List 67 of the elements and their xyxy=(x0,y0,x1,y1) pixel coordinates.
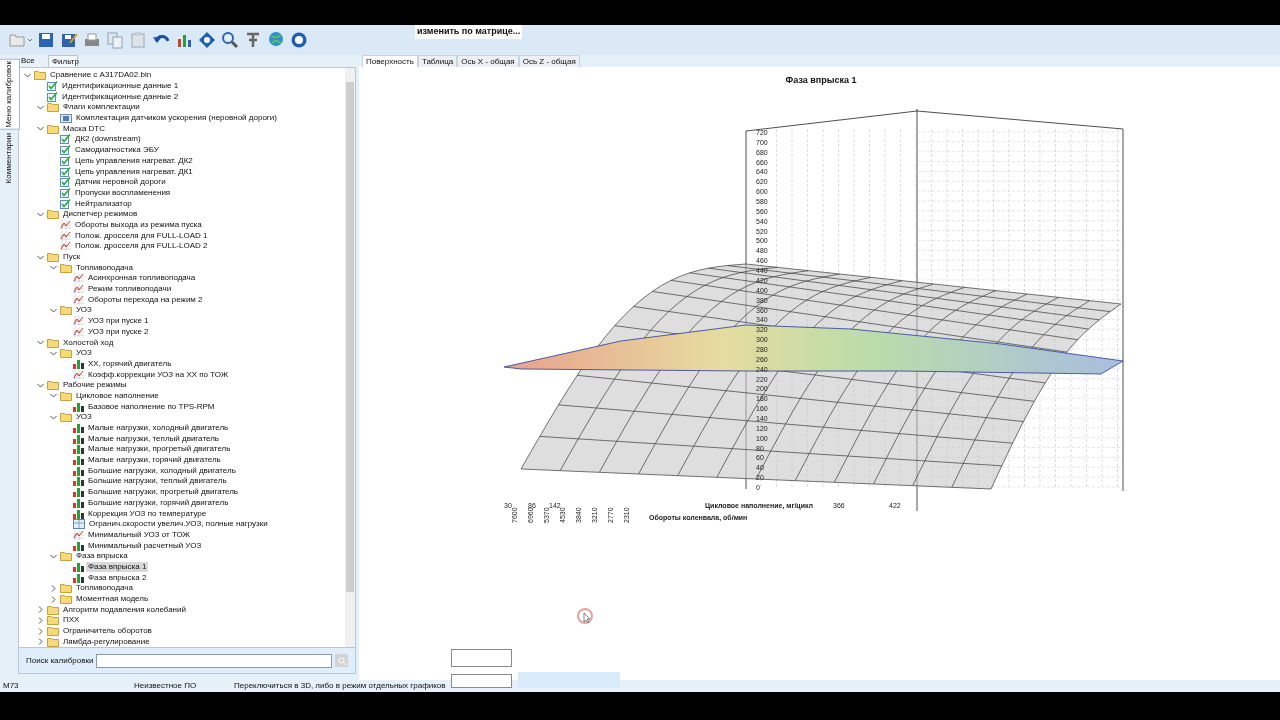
side-tab[interactable]: Комментарии xyxy=(0,131,19,185)
tree-item[interactable]: Минимальный расчетный УОЗ xyxy=(86,540,204,551)
panel-tab[interactable]: Фильтр xyxy=(48,55,78,67)
status-text: Неизвестное ПО xyxy=(134,680,198,693)
tree-item[interactable]: Датчик неровной дороги xyxy=(73,177,168,188)
tree-item[interactable]: Холостой ход xyxy=(61,337,116,348)
view-tab[interactable]: Ось X - общая xyxy=(457,55,519,67)
tree-item[interactable]: Цикловое наполнение xyxy=(74,390,161,401)
tree-item[interactable]: Полож. дросселя для FULL-LOAD 1 xyxy=(73,230,210,241)
tree-item[interactable]: Обороты перехода на режим 2 xyxy=(86,294,205,305)
tree-item[interactable]: Рабочие режимы xyxy=(61,380,129,391)
tree-item[interactable]: Маска DTC xyxy=(61,123,107,134)
tree-item[interactable]: Идентификационные данные 2 xyxy=(60,91,181,102)
tree-item[interactable]: Базовое наполнение по TPS-RPM xyxy=(86,401,217,412)
tree-item[interactable]: Полож. дросселя для FULL-LOAD 2 xyxy=(73,241,210,252)
tree-item[interactable]: Топливоподача xyxy=(74,262,135,273)
view-tab[interactable]: Поверхность xyxy=(362,55,418,67)
view-tab[interactable]: Таблица xyxy=(417,55,458,67)
tree-item[interactable]: УОЗ xyxy=(74,305,94,316)
tree-item[interactable]: Малые нагрузки, прогретый двигатель xyxy=(86,444,233,455)
tree-item[interactable]: УОЗ при пуске 1 xyxy=(86,316,151,327)
search-label: Поиск калибровки xyxy=(26,654,94,667)
tree-item[interactable]: Флаги комплектации xyxy=(61,102,142,113)
tree-item[interactable]: Пропуски воспламенения xyxy=(73,187,173,198)
tree-item[interactable]: Ограничитель оборотов xyxy=(61,626,154,637)
tree-item[interactable]: УОЗ xyxy=(74,348,94,359)
tree-item[interactable]: Коррекция УОЗ по температуре xyxy=(86,508,209,519)
tree-item[interactable]: Нейтрализатор xyxy=(73,198,134,209)
view-tab[interactable]: Ось Z - общая xyxy=(518,55,580,67)
tree-item[interactable]: Большие нагрузки, прогретый двигатель xyxy=(86,487,241,498)
tree-item[interactable]: Минимальный УОЗ от ТОЖ xyxy=(86,529,192,540)
status-text: Переключиться в 3D, либо в режим отдельных графиков xyxy=(234,680,446,693)
popup-hint: изменить по матрице... xyxy=(415,25,523,39)
tree-item[interactable]: Асинхронная топливоподача xyxy=(86,273,198,284)
tree-item[interactable]: Фаза впрыска 1 xyxy=(86,561,149,572)
tree-item[interactable]: УОЗ при пуске 2 xyxy=(86,326,151,337)
tree-item[interactable]: Огранич.скорости увелич.УОЗ, полные нагрузки xyxy=(87,519,270,530)
tree-item[interactable]: УОЗ xyxy=(74,412,94,423)
tree-item[interactable]: ДК2 (downstream) xyxy=(73,134,143,145)
tree-item[interactable]: Топливоподача xyxy=(74,583,135,594)
chart-title: Фаза впрыска 1 xyxy=(785,75,857,85)
tree-item[interactable]: Малые нагрузки, холодный двигатель xyxy=(86,423,231,434)
tree-item[interactable]: Цепь управления нагреват. ДК2 xyxy=(73,155,195,166)
tree-item[interactable]: Малые нагрузки, теплый двигатель xyxy=(86,433,221,444)
tree-item[interactable]: Лямбда-регулирование xyxy=(61,636,152,647)
tree-item[interactable]: Большие нагрузки, горячий двигатель xyxy=(86,497,231,508)
tree-item[interactable]: Идентификационные данные 1 xyxy=(60,81,181,92)
tree-item[interactable]: Диспетчер режимов xyxy=(61,209,140,220)
tree-item[interactable]: Фаза впрыска xyxy=(74,551,130,562)
tree-item[interactable]: Фаза впрыска 2 xyxy=(86,572,149,583)
tree-item[interactable]: Коэфф.коррекции УОЗ на ХХ по ТОЖ xyxy=(86,369,231,380)
tree-item[interactable]: ПХХ xyxy=(61,615,82,626)
side-tab[interactable]: Меню калибровок xyxy=(0,59,20,130)
tree-item[interactable]: Малые нагрузки, горячий двигатель xyxy=(86,455,223,466)
tree-item[interactable]: Пуск xyxy=(61,252,83,263)
tree-item[interactable]: Сравнение с A317DA02.bin xyxy=(48,70,154,81)
tree-item[interactable]: Моментная модель xyxy=(74,594,151,605)
tree-item[interactable]: Комплектация датчиком ускорения (неровной дороги) xyxy=(74,113,279,124)
tree-item[interactable]: Большие нагрузки, теплый двигатель xyxy=(86,476,229,487)
tree-item[interactable]: Режим топливоподачи xyxy=(86,284,174,295)
status-text: M73 xyxy=(2,680,20,693)
tree-item[interactable]: Большие нагрузки, холодный двигатель xyxy=(86,465,238,476)
tree-item[interactable]: Цепь управления нагреват. ДК1 xyxy=(73,166,195,177)
tree-item[interactable]: ХХ, горячий двигатель xyxy=(86,358,174,369)
tree-item[interactable]: Самодиагностика ЭБУ xyxy=(73,145,161,156)
tree-item[interactable]: Обороты выхода из режима пуска xyxy=(73,219,204,230)
tree-item[interactable]: Алгоритм подавления колебаний xyxy=(61,604,188,615)
